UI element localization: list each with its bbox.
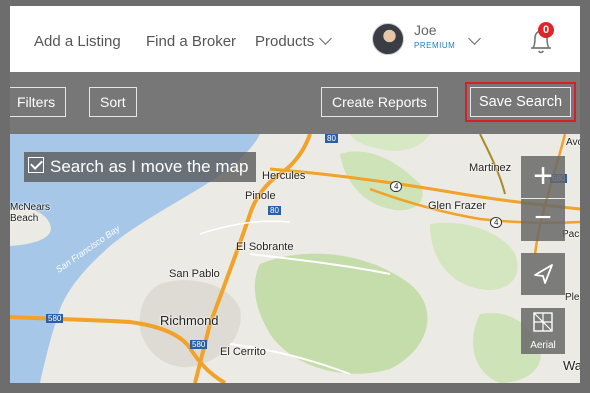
- map-label-walnut: Waln: [563, 358, 580, 373]
- notification-count-badge: 0: [538, 22, 554, 38]
- find-broker-link[interactable]: Find a Broker: [146, 33, 236, 50]
- zoom-out-button[interactable]: −: [521, 199, 565, 241]
- save-search-button[interactable]: Save Search: [464, 82, 577, 122]
- chevron-down-icon: [319, 32, 333, 45]
- search-toolbar: Filters Sort Create Reports Save Search: [10, 72, 580, 134]
- hwy-580-shield: 580: [46, 314, 64, 323]
- locate-me-button[interactable]: [521, 253, 565, 295]
- app-frame: Add a Listing Find a Broker Products Joe…: [10, 6, 580, 383]
- user-name[interactable]: Joe: [414, 22, 437, 38]
- aerial-label: Aerial: [530, 340, 556, 351]
- hwy-80-shield: 80: [325, 134, 338, 143]
- search-as-i-move-toggle[interactable]: Search as I move the map: [24, 152, 257, 182]
- map-label-el-cerrito: El Cerrito: [220, 346, 266, 358]
- map-label-mcnears-beach: Beach: [10, 213, 39, 224]
- add-listing-link[interactable]: Add a Listing: [34, 33, 121, 50]
- map-label-richmond: Richmond: [160, 313, 219, 328]
- map-label-glen-frazer: Glen Frazer: [428, 200, 487, 212]
- location-arrow-icon: [534, 264, 553, 284]
- plus-icon: +: [533, 157, 553, 195]
- top-navigation: Add a Listing Find a Broker Products Joe…: [10, 6, 580, 72]
- aerial-icon: [533, 312, 553, 332]
- map-label-avon: Avo: [566, 137, 580, 148]
- map-view[interactable]: Hercules Pinole El Sobrante San Pablo Ri…: [10, 134, 580, 383]
- products-menu[interactable]: Products: [255, 32, 333, 50]
- map-label-pleasant: Ple: [565, 292, 580, 303]
- minus-icon: −: [534, 201, 552, 234]
- zoom-in-button[interactable]: +: [521, 156, 565, 198]
- user-tier-badge: PREMIUM: [414, 41, 456, 50]
- map-label-pinole: Pinole: [245, 190, 276, 202]
- checkbox-checked-icon[interactable]: [28, 157, 44, 173]
- hwy-80-shield: 80: [268, 206, 281, 215]
- aerial-view-button[interactable]: Aerial: [521, 308, 565, 354]
- avatar[interactable]: [372, 23, 404, 55]
- create-reports-button[interactable]: Create Reports: [321, 87, 438, 117]
- map-label-san-pablo: San Pablo: [169, 268, 220, 280]
- sort-button[interactable]: Sort: [89, 87, 137, 117]
- map-label-mcnears: McNears: [10, 202, 51, 213]
- filters-button[interactable]: Filters: [10, 87, 67, 117]
- map-label-el-sobrante: El Sobrante: [236, 241, 294, 253]
- hwy-580-shield: 580: [190, 340, 208, 349]
- products-label: Products: [255, 33, 315, 50]
- map-label-martinez: Martinez: [469, 162, 512, 174]
- search-as-i-move-label: Search as I move the map: [50, 157, 249, 176]
- map-label-hercules: Hercules: [262, 170, 306, 182]
- user-menu-chevron-icon[interactable]: [468, 32, 481, 45]
